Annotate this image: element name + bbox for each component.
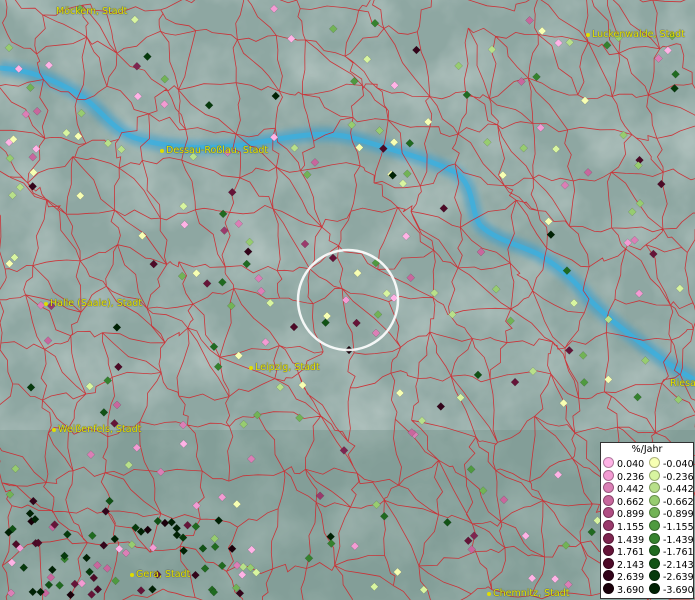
- legend-title: %/Jahr: [631, 444, 663, 455]
- legend-label: -0.662: [663, 496, 694, 508]
- legend-label: -3.690: [663, 584, 694, 596]
- legend-item-pos: 3.690: [603, 582, 645, 598]
- legend-label: -1.155: [663, 521, 694, 533]
- legend-swatch: [649, 532, 660, 544]
- legend-label: 1.155: [617, 521, 645, 533]
- city-label-0: Möckern, Stadt: [56, 6, 127, 17]
- city-marker: [160, 148, 164, 153]
- legend-row: 3.690 -3.690: [601, 582, 694, 598]
- legend-swatch: [603, 582, 614, 594]
- city-name: Luckenwalde, Stadt: [592, 29, 685, 40]
- legend-swatch: [603, 519, 614, 531]
- legend-label: -1.439: [663, 534, 694, 546]
- city-marker: [487, 591, 491, 596]
- map-view[interactable]: Möckern, Stadt Luckenwalde, Stadt Dessau-R…: [0, 0, 695, 600]
- legend-label: 2.639: [617, 572, 645, 584]
- legend-swatch: [649, 582, 660, 594]
- legend: %/Jahr 0.040 -0.040 0.236 -0.236 0.442 -0.442…: [600, 442, 694, 599]
- legend-swatch: [649, 494, 660, 506]
- city-label-5: Weißenfels, Stadt: [52, 424, 141, 435]
- legend-row: 0.040 -0.040: [601, 457, 694, 470]
- legend-label: -2.639: [663, 572, 694, 584]
- legend-swatch: [603, 557, 614, 569]
- city-name: Dessau-Roßlau, Stadt: [166, 145, 269, 156]
- city-name: Weißenfels, Stadt: [58, 424, 142, 435]
- legend-label: -1.761: [663, 547, 694, 559]
- legend-row: 1.439 -1.439: [601, 532, 694, 546]
- legend-swatch: [603, 482, 614, 494]
- legend-swatch: [603, 570, 614, 582]
- legend-row: 1.761 -1.761: [601, 545, 694, 559]
- city-label-3: Halle (Saale), Stadt: [44, 298, 142, 309]
- legend-swatch: [649, 557, 660, 569]
- city-label-8: Riesa: [670, 378, 695, 389]
- legend-swatch: [603, 457, 614, 468]
- city-name: Chemnitz, Stadt: [493, 588, 570, 599]
- legend-row: 1.155 -1.155: [601, 519, 694, 533]
- city-label-6: Gera, Stadt: [130, 569, 190, 580]
- city-marker: [52, 427, 56, 432]
- legend-row: 0.442 -0.442: [601, 482, 694, 496]
- legend-swatch: [603, 532, 614, 544]
- legend-swatch: [603, 507, 614, 519]
- legend-swatch: [649, 519, 660, 531]
- legend-label: 3.690: [617, 584, 645, 596]
- legend-row: 0.236 -0.236: [601, 469, 694, 483]
- legend-row: 0.662 -0.662: [601, 494, 694, 508]
- legend-label: 0.442: [617, 484, 645, 496]
- city-name: Möckern, Stadt: [56, 6, 128, 17]
- city-name: Leipzig, Stadt: [255, 362, 320, 373]
- city-name: Halle (Saale), Stadt: [50, 298, 143, 309]
- legend-label: -0.442: [663, 484, 694, 496]
- legend-item-neg: -3.690: [649, 582, 694, 598]
- legend-swatch: [649, 507, 660, 519]
- city-name: Riesa: [670, 378, 695, 389]
- legend-label: 0.236: [617, 471, 645, 483]
- city-label-1: Luckenwalde, Stadt: [586, 29, 685, 40]
- legend-swatch: [603, 545, 614, 557]
- legend-label: 2.143: [617, 559, 645, 571]
- legend-label: -2.143: [663, 559, 694, 571]
- city-label-2: Dessau-Roßlau, Stadt: [160, 145, 268, 156]
- legend-swatch: [603, 469, 614, 481]
- city-marker: [44, 301, 48, 306]
- legend-label: 1.761: [617, 547, 645, 559]
- legend-label: -0.040: [663, 459, 694, 470]
- legend-row: 0.899 -0.899: [601, 507, 694, 521]
- legend-swatch: [603, 494, 614, 506]
- legend-row: 2.639 -2.639: [601, 570, 694, 584]
- legend-label: -0.236: [663, 471, 694, 483]
- city-marker: [249, 365, 253, 370]
- city-label-4: Leipzig, Stadt: [249, 362, 320, 373]
- legend-rows: 0.040 -0.040 0.236 -0.236 0.442 -0.442 0.662 -0…: [601, 457, 694, 598]
- legend-label: 0.899: [617, 509, 645, 521]
- legend-swatch: [649, 469, 660, 481]
- legend-label: 0.662: [617, 496, 645, 508]
- legend-row: 2.143 -2.143: [601, 557, 694, 571]
- legend-swatch: [649, 457, 660, 468]
- legend-label: 0.040: [617, 459, 645, 470]
- city-marker: [586, 32, 590, 37]
- legend-label: -0.899: [663, 509, 694, 521]
- city-name: Gera, Stadt: [136, 569, 191, 580]
- legend-swatch: [649, 482, 660, 494]
- legend-swatch: [649, 570, 660, 582]
- legend-swatch: [649, 545, 660, 557]
- city-marker: [130, 572, 134, 577]
- city-label-7: Chemnitz, Stadt: [487, 588, 570, 599]
- terrain-shade-bottom: [0, 430, 695, 600]
- legend-label: 1.439: [617, 534, 645, 546]
